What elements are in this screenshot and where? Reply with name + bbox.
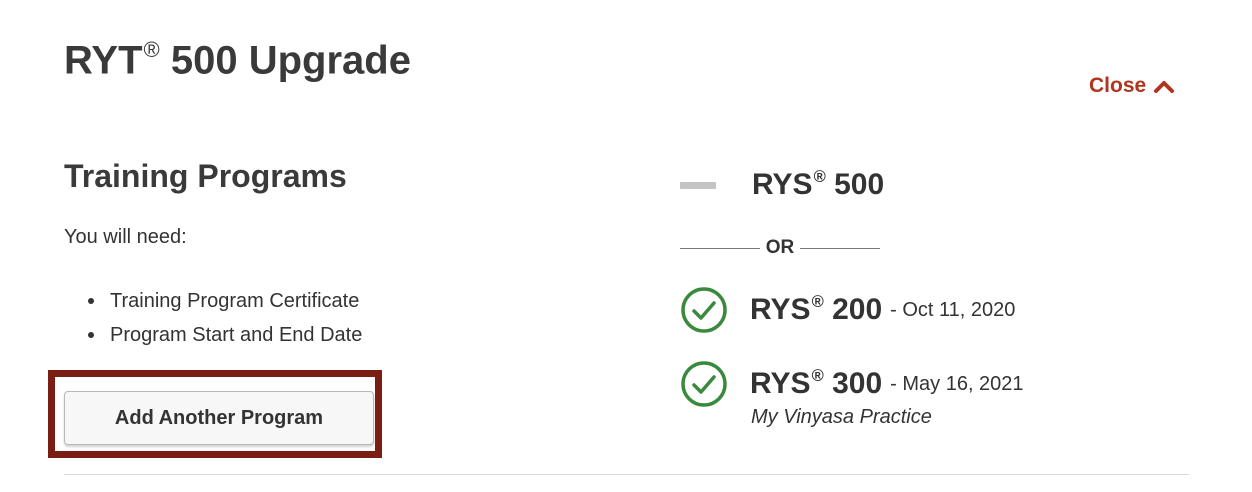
registered-mark: ® <box>813 168 826 187</box>
section-divider <box>64 474 1189 475</box>
program-row-rys200: RYS® 200 - Oct 11, 2020 <box>680 286 1015 334</box>
page-title-prefix: RYT <box>64 38 143 83</box>
program-name-prefix: RYS <box>750 293 811 326</box>
registered-mark: ® <box>811 367 824 386</box>
page-title: RYT® 500 Upgrade <box>64 26 411 85</box>
or-label: OR <box>765 237 795 258</box>
requirement-label: Training Program Certificate <box>110 290 360 312</box>
add-another-program-button[interactable]: Add Another Program <box>64 391 374 445</box>
program-row-rys500: RYS® 500 <box>680 168 884 202</box>
bullet-icon <box>88 298 94 304</box>
chevron-up-icon <box>1154 81 1175 93</box>
dash-icon <box>680 181 716 189</box>
close-button[interactable]: Close <box>1089 74 1175 98</box>
program-date: - May 16, 2021 <box>890 372 1024 395</box>
program-name-suffix: 300 <box>823 367 883 400</box>
program-name-prefix: RYS <box>750 367 811 400</box>
program-name: RYS® 300 <box>750 367 882 401</box>
program-name: RYS® 200 <box>750 293 882 327</box>
or-divider: OR <box>680 235 880 261</box>
program-school: My Vinyasa Practice <box>751 406 932 428</box>
bullet-icon <box>88 332 94 338</box>
program-row-rys300: RYS® 300 - May 16, 2021 <box>680 360 1024 408</box>
check-circle-icon <box>681 361 727 407</box>
requirements-list: Training Program Certificate Program Sta… <box>64 284 362 352</box>
close-label: Close <box>1089 74 1147 97</box>
list-item: Training Program Certificate <box>64 284 362 318</box>
divider-line <box>800 247 880 249</box>
program-name-suffix: 500 <box>825 168 885 201</box>
requirements-intro: You will need: <box>64 226 187 248</box>
requirement-label: Program Start and End Date <box>110 324 363 346</box>
list-item: Program Start and End Date <box>64 318 362 352</box>
section-title: Training Programs <box>64 158 347 194</box>
program-name-suffix: 200 <box>823 293 883 326</box>
page-title-suffix: 500 Upgrade <box>159 38 411 83</box>
program-name: RYS® 500 <box>752 168 884 202</box>
registered-mark: ® <box>143 37 160 62</box>
program-date: - Oct 11, 2020 <box>890 298 1016 321</box>
program-name-prefix: RYS <box>752 168 813 201</box>
check-circle-icon <box>681 287 727 333</box>
registered-mark: ® <box>811 293 824 312</box>
divider-line <box>680 247 760 249</box>
